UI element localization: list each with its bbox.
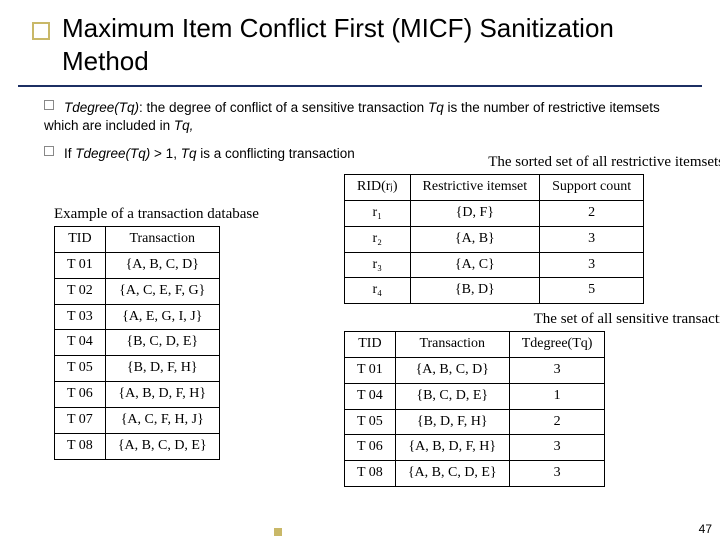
def-text-1: : the degree of conflict of a sensitive …	[139, 100, 428, 115]
column-header: TID	[55, 226, 106, 252]
transaction-db-block: Example of a transaction database TIDTra…	[54, 204, 259, 460]
table-cell: T 06	[55, 382, 106, 408]
restrictive-itemsets-block: The sorted set of all restrictive itemse…	[344, 152, 720, 305]
table-cell: {A, B, C, D}	[395, 357, 509, 383]
table-cell: T 06	[345, 435, 396, 461]
table-cell: {A, E, G, I, J}	[105, 304, 219, 330]
table-cell: 5	[540, 278, 644, 304]
table-cell: {A, C, F, H, J}	[105, 408, 219, 434]
title-block: Maximum Item Conflict First (MICF) Sanit…	[0, 0, 720, 81]
table-row: T 07{A, C, F, H, J}	[55, 408, 220, 434]
table-cell: {A, C}	[410, 252, 540, 278]
table-row: T 06{A, B, D, F, H}3	[345, 435, 605, 461]
table-row: T 04{B, C, D, E}1	[345, 383, 605, 409]
cond-b: Tdegree(Tq)	[75, 146, 150, 161]
table-cell: 3	[509, 435, 605, 461]
column-header: Support count	[540, 174, 644, 200]
cond-d: Tq	[181, 146, 197, 161]
cond-a: If	[64, 146, 75, 161]
bullet-icon	[44, 100, 54, 110]
table-cell: 3	[509, 461, 605, 487]
table-cell: {B, D, F, H}	[105, 356, 219, 382]
table-cell: T 01	[55, 252, 106, 278]
table-cell: 1	[509, 383, 605, 409]
sens-caption: The set of all sensitive transactions	[344, 309, 720, 329]
page-number: 47	[699, 522, 712, 536]
table-cell: T 04	[345, 383, 396, 409]
title-bullet	[32, 22, 50, 40]
table-row: r₃{A, C}3	[345, 252, 644, 278]
column-header: RID(rⱼ)	[345, 174, 411, 200]
table-cell: r₁	[345, 200, 411, 226]
table-cell: {A, B, C, D, E}	[105, 434, 219, 460]
table-cell: T 08	[345, 461, 396, 487]
tdegree-term: Tdegree(Tq)	[64, 100, 139, 115]
table-cell: {A, B}	[410, 226, 540, 252]
table-cell: T 07	[55, 408, 106, 434]
footer-bullet	[274, 528, 282, 536]
table-cell: 3	[540, 252, 644, 278]
table-cell: {B, D}	[410, 278, 540, 304]
column-header: Tdegree(Tq)	[509, 331, 605, 357]
table-cell: {A, B, C, D, E}	[395, 461, 509, 487]
table-cell: 2	[509, 409, 605, 435]
tables-zone: Example of a transaction database TIDTra…	[44, 174, 692, 504]
table-row: T 08{A, B, C, D, E}	[55, 434, 220, 460]
sensitive-transactions-block: The set of all sensitive transactions TI…	[344, 309, 720, 488]
table-row: T 06{A, B, D, F, H}	[55, 382, 220, 408]
table-cell: {B, C, D, E}	[395, 383, 509, 409]
table-row: T 02{A, C, E, F, G}	[55, 278, 220, 304]
table-row: T 01{A, B, C, D}3	[345, 357, 605, 383]
transaction-db-table: TIDTransactionT 01{A, B, C, D}T 02{A, C,…	[54, 226, 220, 460]
cond-e: is a conflicting transaction	[196, 146, 354, 161]
table-row: T 04{B, C, D, E}	[55, 330, 220, 356]
column-header: Restrictive itemset	[410, 174, 540, 200]
table-cell: {D, F}	[410, 200, 540, 226]
table-cell: T 04	[55, 330, 106, 356]
table-cell: T 01	[345, 357, 396, 383]
rid-caption: The sorted set of all restrictive itemse…	[344, 152, 720, 172]
table-cell: 2	[540, 200, 644, 226]
table-cell: {A, C, E, F, G}	[105, 278, 219, 304]
table-cell: {B, C, D, E}	[105, 330, 219, 356]
table-row: T 08{A, B, C, D, E}3	[345, 461, 605, 487]
table-cell: T 05	[345, 409, 396, 435]
table-cell: T 08	[55, 434, 106, 460]
table-cell: T 05	[55, 356, 106, 382]
column-header: TID	[345, 331, 396, 357]
table-cell: {B, D, F, H}	[395, 409, 509, 435]
table-row: r₁{D, F}2	[345, 200, 644, 226]
slide-title: Maximum Item Conflict First (MICF) Sanit…	[62, 12, 680, 77]
db-caption: Example of a transaction database	[54, 204, 259, 224]
table-cell: {A, B, D, F, H}	[105, 382, 219, 408]
table-cell: T 02	[55, 278, 106, 304]
body: Tdegree(Tq): the degree of conflict of a…	[0, 87, 720, 504]
table-cell: 3	[540, 226, 644, 252]
cond-c: > 1,	[150, 146, 180, 161]
table-cell: r₂	[345, 226, 411, 252]
table-cell: {A, B, D, F, H}	[395, 435, 509, 461]
table-cell: {A, B, C, D}	[105, 252, 219, 278]
table-row: r₄{B, D}5	[345, 278, 644, 304]
column-header: Transaction	[395, 331, 509, 357]
table-row: r₂{A, B}3	[345, 226, 644, 252]
tq-term: Tq	[428, 100, 444, 115]
table-row: T 05{B, D, F, H}	[55, 356, 220, 382]
restrictive-itemsets-table: RID(rⱼ)Restrictive itemsetSupport countr…	[344, 174, 644, 304]
table-cell: 3	[509, 357, 605, 383]
table-cell: r₃	[345, 252, 411, 278]
bullet-icon	[44, 146, 54, 156]
table-row: T 03{A, E, G, I, J}	[55, 304, 220, 330]
table-cell: r₄	[345, 278, 411, 304]
table-row: T 01{A, B, C, D}	[55, 252, 220, 278]
column-header: Transaction	[105, 226, 219, 252]
table-cell: T 03	[55, 304, 106, 330]
tq-term-2: Tq,	[174, 118, 194, 133]
definition-para: Tdegree(Tq): the degree of conflict of a…	[44, 99, 692, 135]
table-row: T 05{B, D, F, H}2	[345, 409, 605, 435]
sensitive-transactions-table: TIDTransactionTdegree(Tq)T 01{A, B, C, D…	[344, 331, 605, 487]
